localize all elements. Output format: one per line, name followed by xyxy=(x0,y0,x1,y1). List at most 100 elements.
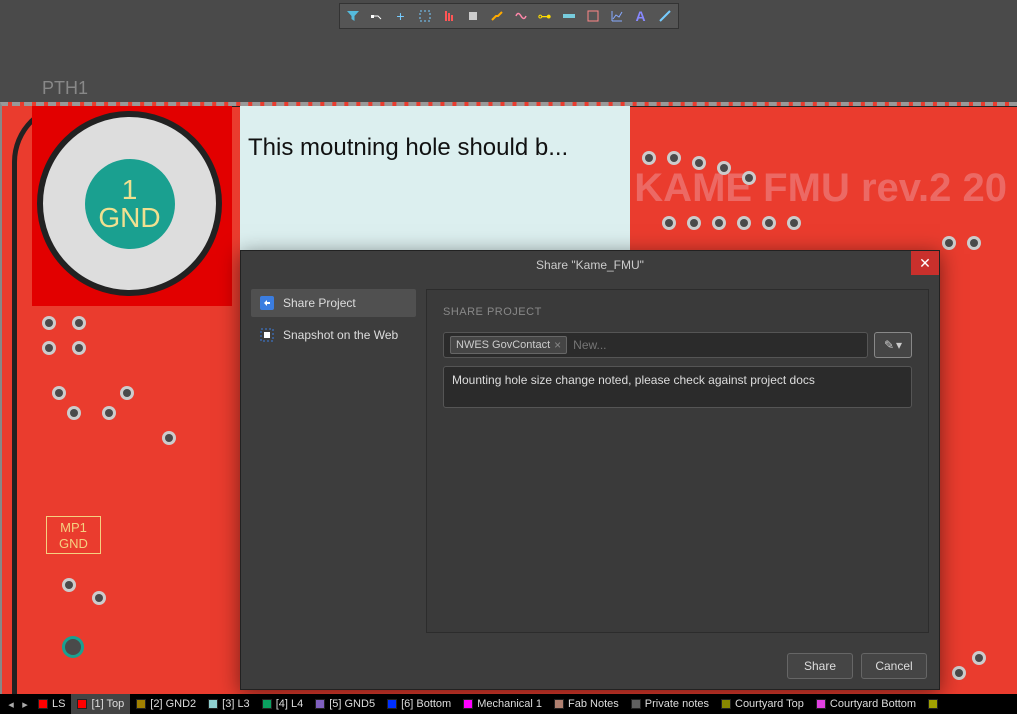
via xyxy=(667,151,681,165)
layer-tab[interactable]: Courtyard Top xyxy=(715,694,810,714)
layer-label: LS xyxy=(52,698,65,710)
dialog-footer: Share Cancel xyxy=(241,643,939,689)
share-project-icon xyxy=(259,295,275,311)
via xyxy=(72,341,86,355)
close-button[interactable]: ✕ xyxy=(911,251,939,275)
layer-swatch xyxy=(315,699,325,709)
snapshot-icon xyxy=(259,327,275,343)
layer-tab[interactable]: [6] Bottom xyxy=(381,694,457,714)
comment-note[interactable]: This moutning hole should b... xyxy=(240,106,630,261)
message-input[interactable]: Mounting hole size change noted, please … xyxy=(443,366,912,408)
layer-swatch xyxy=(77,699,87,709)
via xyxy=(52,386,66,400)
layer-label: [4] L4 xyxy=(276,698,304,710)
layer-label: [3] L3 xyxy=(222,698,250,710)
pencil-icon: ✎ xyxy=(884,338,894,352)
layer-label: Courtyard Top xyxy=(735,698,804,710)
pad-number: 1 xyxy=(122,176,138,204)
layer-tab-more[interactable] xyxy=(922,694,944,714)
layer-tab[interactable]: [1] Top xyxy=(71,694,130,714)
mp1-net: GND xyxy=(47,536,100,552)
message-text: Mounting hole size change noted, please … xyxy=(452,373,815,387)
tabs-scroll-left[interactable]: ◂ xyxy=(4,698,18,711)
layer-swatch xyxy=(208,699,218,709)
via xyxy=(967,236,981,250)
sidebar-item-snapshot[interactable]: Snapshot on the Web xyxy=(251,321,416,349)
layer-swatch xyxy=(463,699,473,709)
layer-swatch xyxy=(262,699,272,709)
layer-tab[interactable]: [4] L4 xyxy=(256,694,310,714)
recipient-chip[interactable]: NWES GovContact × xyxy=(450,336,567,354)
via xyxy=(102,406,116,420)
permission-dropdown[interactable]: ✎ ▾ xyxy=(874,332,912,358)
via xyxy=(742,171,756,185)
toolbar-select-icon[interactable] xyxy=(414,6,436,26)
toolbar-filter-icon[interactable] xyxy=(342,6,364,26)
via xyxy=(62,636,84,658)
via xyxy=(712,216,726,230)
layer-label: Private notes xyxy=(645,698,709,710)
layer-label: [5] GND5 xyxy=(329,698,375,710)
dialog-sidebar: Share Project Snapshot on the Web xyxy=(251,289,416,633)
layer-tab[interactable]: Courtyard Bottom xyxy=(810,694,922,714)
chevron-down-icon: ▾ xyxy=(896,338,902,352)
toolbar-box-icon[interactable] xyxy=(582,6,604,26)
recipient-input[interactable]: NWES GovContact × xyxy=(443,332,868,358)
mp1-component[interactable]: MP1 GND xyxy=(46,516,101,554)
sidebar-item-label: Snapshot on the Web xyxy=(283,328,398,342)
tabs-scroll-right[interactable]: ▸ xyxy=(18,698,32,711)
layer-swatch xyxy=(136,699,146,709)
toolbar-chip-icon[interactable] xyxy=(462,6,484,26)
share-button[interactable]: Share xyxy=(787,653,853,679)
via xyxy=(92,591,106,605)
designator-label: PTH1 xyxy=(42,78,88,99)
via xyxy=(67,406,81,420)
sidebar-item-label: Share Project xyxy=(283,296,356,310)
cancel-button[interactable]: Cancel xyxy=(861,653,927,679)
via xyxy=(717,161,731,175)
via xyxy=(952,666,966,680)
via xyxy=(662,216,676,230)
via xyxy=(692,156,706,170)
layer-tab-ls[interactable]: LS xyxy=(32,694,71,714)
toolbar-trace-icon[interactable] xyxy=(486,6,508,26)
layer-tab[interactable]: [5] GND5 xyxy=(309,694,381,714)
via xyxy=(642,151,656,165)
via xyxy=(42,341,56,355)
recipient-text-input[interactable] xyxy=(573,338,861,352)
via xyxy=(787,216,801,230)
toolbar-ruler-icon[interactable] xyxy=(558,6,580,26)
layer-tabs-bar: ◂ ▸ LS [1] Top [2] GND2 [3] L3 [4] L4 [5] GN… xyxy=(0,694,1017,714)
layer-swatch xyxy=(38,699,48,709)
dialog-titlebar[interactable]: Share "Kame_FMU" ✕ xyxy=(241,251,939,279)
via xyxy=(972,651,986,665)
mp1-ref: MP1 xyxy=(47,520,100,536)
layer-tab[interactable]: [3] L3 xyxy=(202,694,256,714)
via xyxy=(687,216,701,230)
toolbar-path-icon[interactable] xyxy=(366,6,388,26)
toolbar-graph-icon[interactable] xyxy=(606,6,628,26)
layer-tab[interactable]: Fab Notes xyxy=(548,694,625,714)
layer-label: [1] Top xyxy=(91,698,124,710)
layer-label: Fab Notes xyxy=(568,698,619,710)
toolbar-crosshair-icon[interactable]: + xyxy=(390,6,412,26)
chip-remove-icon[interactable]: × xyxy=(554,338,561,352)
toolbar-key-icon[interactable]: ⊶ xyxy=(534,6,556,26)
via xyxy=(762,216,776,230)
mounting-pad[interactable]: 1 GND xyxy=(32,106,232,306)
toolbar-line-icon[interactable] xyxy=(654,6,676,26)
toolbar-text-icon[interactable]: A xyxy=(630,6,652,26)
toolbar-wave-icon[interactable] xyxy=(510,6,532,26)
sidebar-item-share-project[interactable]: Share Project xyxy=(251,289,416,317)
via xyxy=(120,386,134,400)
layer-tab[interactable]: [2] GND2 xyxy=(130,694,202,714)
via xyxy=(942,236,956,250)
main-toolbar: + ⊶ A xyxy=(339,3,679,29)
layer-swatch xyxy=(387,699,397,709)
toolbar-align-icon[interactable] xyxy=(438,6,460,26)
layer-tab[interactable]: Mechanical 1 xyxy=(457,694,548,714)
pad-hole: 1 GND xyxy=(85,159,175,249)
layer-label: [6] Bottom xyxy=(401,698,451,710)
layer-tab[interactable]: Private notes xyxy=(625,694,715,714)
layer-swatch xyxy=(816,699,826,709)
